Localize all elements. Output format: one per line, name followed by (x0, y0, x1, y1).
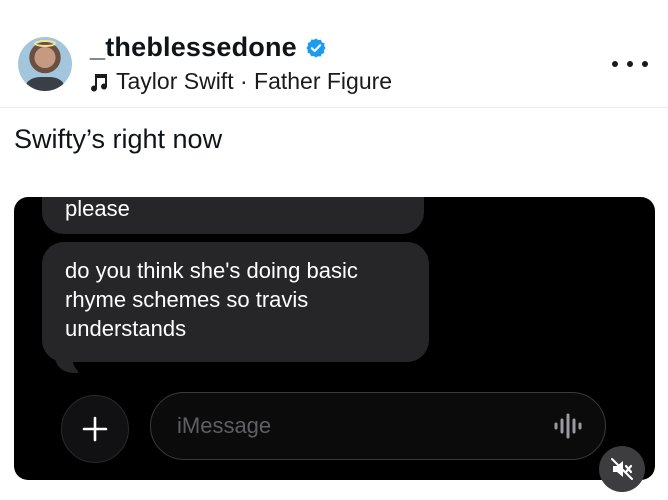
more-options-icon (642, 61, 648, 67)
music-row[interactable]: Taylor Swift · Father Figure (90, 68, 392, 95)
mute-toggle-button[interactable] (599, 446, 645, 492)
message-bubble-previous: please (42, 197, 424, 234)
more-options-icon (612, 61, 618, 67)
music-label: Taylor Swift · Father Figure (116, 68, 393, 94)
post-media[interactable]: please do you think she's doing basic rh… (14, 197, 655, 480)
post-caption: Swifty’s right now (14, 124, 223, 154)
username[interactable]: _theblessedone (90, 32, 297, 63)
message-text-previous: please (65, 197, 130, 221)
message-bubble: do you think she's doing basic rhyme sch… (42, 242, 429, 362)
username-row: _theblessedone (90, 32, 327, 63)
avatar-shirt (26, 77, 64, 91)
imessage-placeholder: iMessage (177, 413, 272, 438)
plus-icon (82, 416, 108, 442)
post-header: _theblessedone Taylor Swift · Father Fig… (0, 0, 668, 108)
halo-decoration (34, 40, 56, 47)
avatar[interactable] (18, 37, 72, 91)
verified-badge-icon (305, 37, 327, 59)
more-options-button[interactable] (612, 52, 648, 76)
speaker-muted-icon (611, 458, 633, 480)
message-text: do you think she's doing basic rhyme sch… (65, 258, 358, 341)
more-options-icon (627, 61, 633, 67)
divider (0, 107, 668, 108)
add-attachment-button[interactable] (61, 395, 129, 463)
audio-waveform-icon[interactable] (551, 411, 585, 441)
music-note-icon (90, 72, 108, 92)
imessage-input[interactable]: iMessage (150, 392, 606, 460)
